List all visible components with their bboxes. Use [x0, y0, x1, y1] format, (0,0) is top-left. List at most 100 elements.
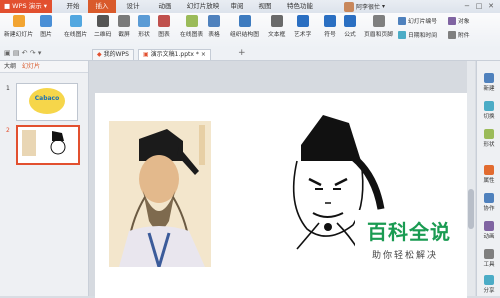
online-chart-icon — [185, 15, 198, 27]
picture-icon — [40, 15, 52, 27]
textbox-button[interactable]: 文本框 — [268, 15, 285, 38]
omega-icon — [324, 15, 336, 27]
rb-animation[interactable]: 动画 — [477, 221, 500, 240]
menu-tab-features[interactable]: 特色功能 — [284, 0, 316, 13]
formula-button[interactable]: 公式 — [344, 15, 356, 38]
quick-access-icons[interactable]: ▣ ▤ ↶ ↷ ▾ — [4, 49, 41, 57]
org-chart-icon — [238, 15, 251, 27]
menu-tab-view[interactable]: 视图 — [254, 0, 276, 13]
chart-icon — [158, 15, 170, 27]
tab-my-wps[interactable]: ◆ 我的WPS — [92, 49, 134, 60]
wordart-icon — [296, 15, 309, 27]
quick-access-bar: ▣ ▤ ↶ ↷ ▾ ◆ 我的WPS ▣ 演示文稿1.pptx * × + — [0, 48, 500, 61]
header-footer-button[interactable]: 页眉和页脚 — [364, 15, 393, 38]
share-icon — [484, 275, 494, 285]
new-slide-icon — [12, 15, 25, 27]
menu-tab-review[interactable]: 审阅 — [226, 0, 248, 13]
calendar-icon — [398, 30, 406, 39]
close-tab-icon[interactable]: × — [201, 50, 206, 60]
slide-number-1: 1 — [6, 85, 10, 92]
tools-icon — [484, 249, 494, 259]
wordart-button[interactable]: 艺术字 — [294, 15, 311, 38]
object-button[interactable]: 对象 — [448, 16, 470, 25]
chevron-down-icon: ▾ — [382, 3, 386, 10]
picture-button[interactable]: 图片 — [40, 15, 52, 38]
table-button[interactable]: 表格 — [208, 15, 220, 38]
online-chart-button[interactable]: 在线图表 — [180, 15, 203, 38]
slide-number-2: 2 — [6, 127, 10, 134]
object-icon — [448, 16, 456, 25]
app-menu-button[interactable]: ■ WPS 演示 ▾ — [0, 0, 52, 13]
thumb-portrait — [22, 130, 36, 156]
collaborate-icon — [484, 193, 494, 203]
menu-tab-design[interactable]: 设计 — [120, 0, 146, 13]
menu-tab-slideshow[interactable]: 幻灯片放映 — [184, 0, 222, 13]
org-chart-button[interactable]: 组织结构图 — [230, 15, 259, 38]
minimize-icon[interactable]: − — [462, 1, 472, 11]
tab-slides[interactable]: 幻灯片 — [22, 61, 40, 72]
avatar — [344, 1, 354, 12]
slides-pane: 大纲 幻灯片 1 Cabaco 2 — [0, 61, 89, 296]
slide-number-icon — [398, 16, 406, 25]
new-icon — [484, 73, 494, 83]
user-name: 阿李很忙 — [356, 4, 381, 11]
watermark-title: 百科全说 — [367, 220, 451, 244]
menu-tab-insert[interactable]: 插入 — [88, 0, 116, 13]
rb-properties[interactable]: 属性 — [477, 165, 500, 184]
rb-collaborate[interactable]: 协作 — [477, 193, 500, 212]
watermark: 百科全说 助你轻松解决 — [355, 210, 465, 270]
presentation-icon: ▣ — [143, 51, 149, 58]
qrcode-icon — [96, 15, 109, 27]
online-picture-icon — [69, 15, 82, 27]
add-tab-icon[interactable]: + — [238, 48, 246, 58]
poet-portrait-drawing — [109, 121, 211, 267]
poet-portrait-image[interactable] — [109, 121, 211, 267]
menu-tab-start[interactable]: 开始 — [60, 0, 86, 13]
online-picture-button[interactable]: 在线图片 — [64, 15, 87, 38]
tab-outline[interactable]: 大纲 — [4, 61, 16, 72]
slide-thumb-1[interactable]: Cabaco — [16, 83, 78, 121]
shape-icon — [138, 15, 150, 27]
ribbon: 新建幻灯片 图片 在线图片 二维码 截屏 形状 图表 在线图表 表格 组织结构图… — [0, 13, 500, 49]
maximize-icon[interactable]: □ — [474, 1, 484, 11]
chevron-down-icon: ▾ — [43, 2, 47, 10]
rb-transition[interactable]: 切换 — [477, 101, 500, 120]
screenshot-button[interactable]: 截屏 — [118, 15, 130, 38]
new-slide-button[interactable]: 新建幻灯片 — [4, 15, 33, 38]
tab-document[interactable]: ▣ 演示文稿1.pptx * × — [138, 49, 211, 60]
user-account[interactable]: 阿李很忙 ▾ — [344, 1, 385, 12]
wps-home-icon: ◆ — [97, 51, 102, 58]
app-name: WPS 演示 — [12, 2, 42, 10]
paperclip-icon — [448, 30, 456, 39]
task-pane-bar: 新建 切换 形状 属性 协作 动画 工具 分享 — [476, 61, 500, 296]
pi-icon — [344, 15, 356, 27]
scrollbar-thumb[interactable] — [468, 189, 474, 229]
title-bar: ■ WPS 演示 ▾ 开始 插入 设计 动画 幻灯片放映 审阅 视图 特色功能 … — [0, 0, 500, 14]
slide-thumb-2[interactable] — [16, 125, 80, 165]
shape-button[interactable]: 形状 — [138, 15, 150, 38]
table-icon — [208, 15, 220, 27]
rb-share[interactable]: 分享 — [477, 275, 500, 294]
wps-logo-icon: ■ — [4, 2, 11, 10]
rb-new[interactable]: 新建 — [477, 73, 500, 92]
attachment-button[interactable]: 附件 — [448, 30, 470, 39]
shape-icon — [484, 129, 494, 139]
rb-tools[interactable]: 工具 — [477, 249, 500, 268]
date-time-button[interactable]: 日期和时间 — [398, 30, 437, 39]
vertical-scrollbar[interactable] — [467, 61, 475, 296]
properties-icon — [484, 165, 494, 175]
animation-icon — [484, 221, 494, 231]
slide-number-button[interactable]: 幻灯片编号 — [398, 16, 437, 25]
textbox-icon — [270, 15, 283, 27]
header-footer-icon — [372, 15, 385, 27]
scissors-icon — [118, 15, 130, 27]
transition-icon — [484, 101, 494, 111]
chart-button[interactable]: 图表 — [158, 15, 170, 38]
thumb-logo-text: Cabaco — [34, 95, 60, 102]
rb-shape[interactable]: 形状 — [477, 129, 500, 148]
qrcode-button[interactable]: 二维码 — [94, 15, 111, 38]
symbol-button[interactable]: 符号 — [324, 15, 336, 38]
pane-tabs: 大纲 幻灯片 — [0, 61, 88, 73]
menu-tab-animation[interactable]: 动画 — [152, 0, 178, 13]
close-icon[interactable]: ✕ — [486, 1, 496, 11]
